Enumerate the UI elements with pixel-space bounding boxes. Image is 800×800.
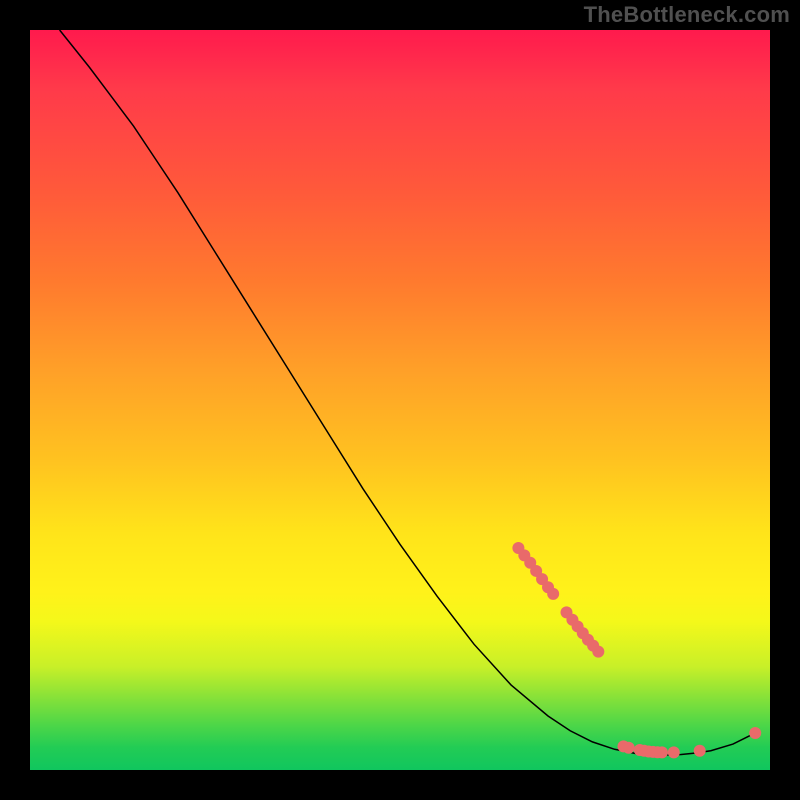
curve-svg [30,30,770,770]
data-marker [749,727,761,739]
plot-area [30,30,770,770]
chart-stage: TheBottleneck.com [0,0,800,800]
data-marker [623,742,635,754]
data-marker [668,746,680,758]
marker-group [512,542,761,758]
watermark-label: TheBottleneck.com [584,2,790,28]
data-marker [592,646,604,658]
curve-line [60,30,756,755]
data-marker [694,745,706,757]
data-marker [547,588,559,600]
data-marker [656,746,668,758]
